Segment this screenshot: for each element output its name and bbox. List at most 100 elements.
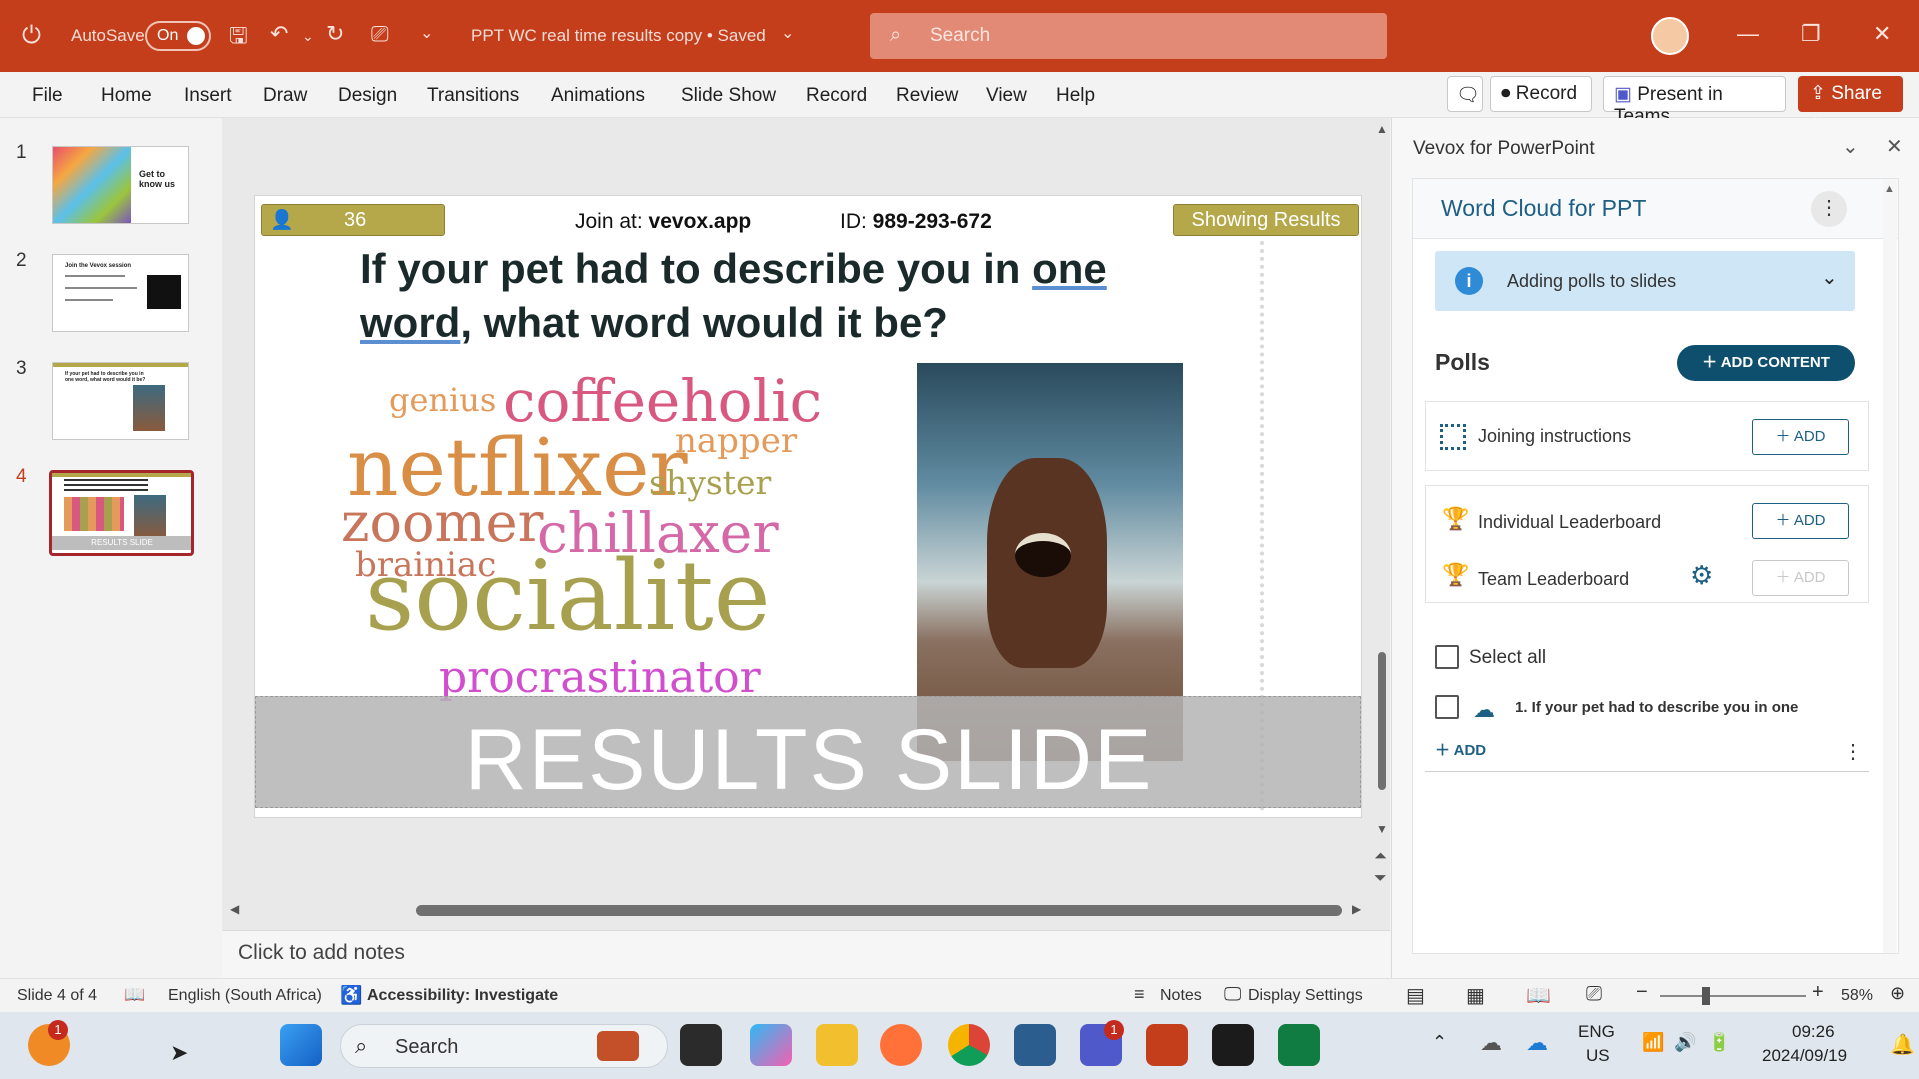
slide-thumbnail-4[interactable]: RESULTS SLIDE [49, 470, 194, 556]
tab-view[interactable]: View [986, 85, 1027, 107]
tab-draw[interactable]: Draw [263, 85, 307, 107]
zoom-in-icon[interactable]: + [1812, 981, 1824, 1004]
accessibility-status[interactable]: Accessibility: Investigate [367, 987, 558, 1005]
add-content-button[interactable]: ＋ ADD CONTENT [1677, 345, 1855, 381]
add-joining-button[interactable]: ＋ ADD [1752, 419, 1849, 455]
chrome-icon[interactable] [948, 1024, 990, 1066]
tab-review[interactable]: Review [896, 85, 958, 107]
current-slide[interactable]: 👤 36 Join at: vevox.app ID: 989-293-672 … [254, 195, 1362, 818]
slide-thumbnail-3[interactable]: If your pet had to describe you in one w… [52, 362, 189, 440]
redo-icon[interactable]: ↻ [326, 22, 344, 46]
show-hidden-icons-icon[interactable]: ⌃ [1432, 1032, 1447, 1053]
notes-toggle[interactable]: Notes [1160, 987, 1202, 1005]
scroll-down-icon[interactable]: ▼ [1376, 822, 1388, 836]
record-button[interactable]: ⏺ Record [1490, 76, 1592, 112]
pane-scroll-up-icon[interactable]: ▲ [1884, 183, 1895, 195]
title-dropdown-icon[interactable]: ⌄ [781, 22, 794, 46]
clock-time[interactable]: 09:26 [1792, 1022, 1835, 1042]
add-poll-link[interactable]: ＋ ADD [1435, 739, 1486, 760]
thumbnail-line [65, 275, 125, 277]
file-explorer-icon[interactable] [816, 1024, 858, 1066]
reading-view-icon[interactable]: 📖 [1526, 983, 1551, 1008]
gear-icon[interactable]: ⚙ [1690, 560, 1713, 591]
slide-thumbnail-1[interactable]: Get to know us [52, 146, 189, 224]
vertical-scrollbar[interactable]: ▲ ▼ ⏶ ⏷ [1374, 122, 1390, 892]
tab-insert[interactable]: Insert [184, 85, 232, 107]
volume-icon[interactable]: 🔊 [1674, 1032, 1696, 1053]
remote-desktop-icon[interactable] [1014, 1024, 1056, 1066]
tab-transitions[interactable]: Transitions [427, 85, 519, 107]
present-in-teams-button[interactable]: ▣ Present in Teams [1603, 76, 1786, 127]
plus-icon: ＋ [1775, 428, 1794, 445]
poll-title[interactable]: 1. If your pet had to describe you in on… [1515, 699, 1859, 716]
more-options-icon[interactable]: ⋮ [1811, 191, 1847, 227]
wifi-icon[interactable]: 📶 [1642, 1032, 1664, 1053]
add-individual-button[interactable]: ＋ ADD [1752, 503, 1849, 539]
excel-icon[interactable] [1278, 1024, 1320, 1066]
task-view-icon[interactable] [680, 1024, 722, 1066]
info-banner[interactable]: i Adding polls to slides ⌄ [1435, 251, 1855, 311]
customize-toolbar-icon[interactable]: ⌄ [420, 22, 433, 46]
taskbar-search[interactable]: ⌕ Search [340, 1024, 668, 1068]
undo-icon[interactable]: ↶ [270, 22, 288, 46]
tab-design[interactable]: Design [338, 85, 397, 107]
onedrive-business-icon[interactable]: ☁ [1526, 1030, 1548, 1056]
spell-check-icon[interactable]: 📖 [124, 985, 145, 1005]
notes-area[interactable]: Click to add notes [222, 930, 1390, 978]
normal-view-icon[interactable]: ▤ [1406, 983, 1425, 1008]
tab-home[interactable]: Home [101, 85, 152, 107]
horizontal-scroll-thumb[interactable] [416, 905, 1342, 916]
slide-sorter-icon[interactable]: ▦ [1466, 983, 1485, 1008]
select-all-checkbox[interactable] [1435, 645, 1459, 669]
scroll-right-icon[interactable]: ▶ [1352, 902, 1361, 916]
avatar[interactable] [1651, 17, 1689, 55]
language-indicator-1[interactable]: ENG [1578, 1022, 1615, 1042]
minimize-icon[interactable]: — [1737, 22, 1759, 46]
undo-dropdown-icon[interactable]: ⌄ [302, 24, 314, 48]
pane-close-icon[interactable]: ✕ [1886, 134, 1903, 159]
poll-checkbox[interactable] [1435, 695, 1459, 719]
tab-help[interactable]: Help [1056, 85, 1095, 107]
vertical-scroll-thumb[interactable] [1378, 652, 1386, 790]
restore-icon[interactable]: ❐ [1801, 22, 1821, 46]
close-icon[interactable]: ✕ [1873, 22, 1891, 46]
firefox-browser-icon[interactable] [880, 1024, 922, 1066]
tab-slide-show[interactable]: Slide Show [681, 85, 776, 107]
present-icon[interactable]: ⎚ [371, 22, 389, 46]
tab-animations[interactable]: Animations [551, 85, 645, 107]
comments-button[interactable]: 🗨 [1447, 76, 1483, 112]
share-button[interactable]: ⇪ Share ⌄ [1798, 76, 1903, 127]
save-icon[interactable]: 🖫 [229, 24, 248, 48]
terminal-icon[interactable] [1212, 1024, 1254, 1066]
clock-date[interactable]: 2024/09/19 [1762, 1046, 1847, 1066]
next-slide-icon[interactable]: ⏷ [1374, 870, 1387, 888]
pane-scrollbar[interactable]: ▲ [1883, 179, 1897, 953]
zoom-slider-thumb[interactable] [1702, 987, 1710, 1005]
document-title[interactable]: PPT WC real time results copy • Saved [471, 26, 766, 46]
slideshow-view-icon[interactable]: ⎚ [1586, 983, 1602, 1006]
language-indicator-2[interactable]: US [1586, 1046, 1610, 1066]
copilot-icon[interactable] [750, 1024, 792, 1066]
notification-bell-icon[interactable]: 🔔 [1890, 1032, 1915, 1057]
powerpoint-taskbar-icon[interactable] [1146, 1024, 1188, 1066]
zoom-level[interactable]: 58% [1841, 987, 1873, 1005]
fit-to-window-icon[interactable]: ⊕ [1890, 983, 1905, 1004]
windows-start-icon[interactable] [280, 1024, 322, 1066]
tab-file[interactable]: File [32, 85, 63, 107]
onedrive-icon[interactable]: ☁ [1480, 1030, 1502, 1056]
search-input[interactable]: ⌕ Search [870, 13, 1387, 59]
previous-slide-icon[interactable]: ⏶ [1374, 848, 1387, 866]
showing-results-button[interactable]: Showing Results [1173, 204, 1359, 236]
battery-icon[interactable]: 🔋 [1708, 1032, 1730, 1053]
tab-record[interactable]: Record [806, 85, 867, 107]
zoom-slider[interactable] [1660, 987, 1806, 1005]
scroll-up-icon[interactable]: ▲ [1376, 122, 1388, 136]
poll-more-icon[interactable]: ⋮ [1843, 739, 1863, 764]
autosave-toggle[interactable]: On [145, 21, 211, 51]
pane-options-chevron-icon[interactable]: ⌄ [1842, 134, 1859, 159]
language-status[interactable]: English (South Africa) [168, 987, 322, 1005]
zoom-out-icon[interactable]: − [1636, 981, 1648, 1004]
scroll-left-icon[interactable]: ◀ [230, 902, 239, 916]
display-settings-button[interactable]: Display Settings [1248, 987, 1363, 1005]
slide-thumbnail-2[interactable]: Join the Vevox session [52, 254, 189, 332]
